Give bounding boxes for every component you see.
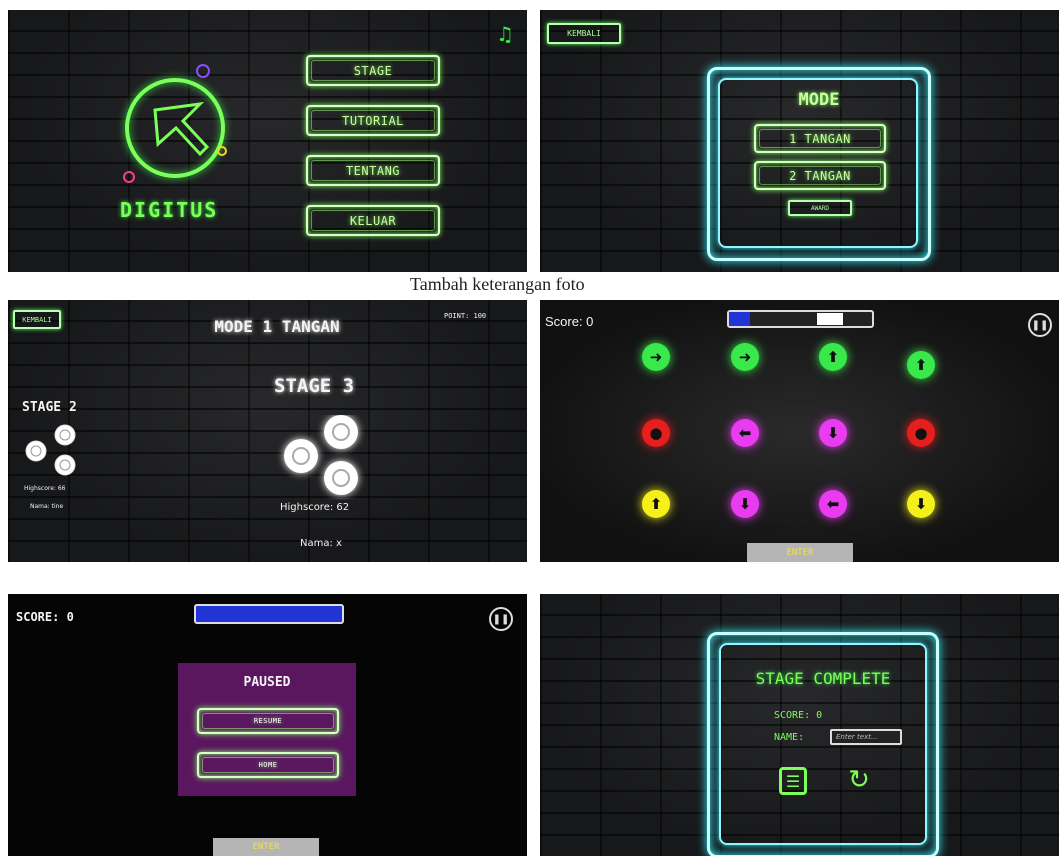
tentang-button[interactable]: TENTANG	[306, 155, 440, 186]
progress-marker	[817, 313, 843, 325]
stage-2-icon	[25, 424, 76, 476]
resume-button[interactable]: RESUME	[197, 708, 339, 734]
stage-2-name: Nama: tine	[30, 503, 64, 510]
tutorial-button-label: TUTORIAL	[311, 110, 435, 131]
complete-score: SCORE: 0	[774, 710, 823, 721]
pause-icon[interactable]: ❚❚	[1028, 313, 1052, 337]
pause-title: PAUSED	[243, 675, 291, 690]
progress-bar	[727, 310, 874, 328]
bomb-icon: ●	[907, 419, 935, 447]
paused-screen: SCORE: 0 ❚❚ PAUSED RESUME HOME ENTER	[8, 594, 527, 856]
arrow-down-icon: ⬇	[819, 419, 847, 447]
stage-button[interactable]: STAGE	[306, 55, 440, 86]
arrow-right-icon: ➜	[642, 343, 670, 371]
music-note-icon[interactable]: ♫	[496, 22, 514, 46]
pause-icon[interactable]: ❚❚	[489, 607, 513, 631]
arrow-left-icon: ⬅	[819, 490, 847, 518]
progress-bar	[194, 604, 344, 624]
stage-select-screen: KEMBALI MODE 1 TANGAN POINT: 100 STAGE 2…	[8, 300, 527, 562]
home-label: HOME	[202, 757, 334, 773]
stage-3-icon	[284, 415, 358, 495]
home-button[interactable]: HOME	[197, 752, 339, 778]
stage-2-title: STAGE 2	[22, 400, 77, 415]
enter-button[interactable]: ENTER	[747, 543, 853, 562]
award-button[interactable]: AWARD	[788, 200, 852, 216]
main-menu-screen: DIGITUS ♫ STAGE TUTORIAL TENTANG KELUAR	[8, 10, 527, 272]
stage-3-highscore: Highscore: 62	[280, 502, 350, 513]
stage-3-card[interactable]: STAGE 3 Highscore: 62 Nama: x	[266, 370, 386, 560]
tutorial-button[interactable]: TUTORIAL	[306, 105, 440, 136]
enter-button[interactable]: ENTER	[213, 838, 319, 856]
keluar-button-label: KELUAR	[311, 210, 435, 231]
arrow-left-icon: ⬅	[731, 419, 759, 447]
mode-select-screen: KEMBALI MODE 1 TANGAN 2 TANGAN AWARD	[540, 10, 1059, 272]
name-input[interactable]: Enter text...	[830, 729, 902, 745]
photo-caption: Tambah keterangan foto	[410, 274, 585, 294]
stage-button-label: STAGE	[311, 60, 435, 81]
arrow-up-icon: ⬆	[907, 351, 935, 379]
one-hand-label: 1 TANGAN	[759, 129, 881, 148]
tentang-button-label: TENTANG	[311, 160, 435, 181]
pause-dialog: PAUSED RESUME HOME	[178, 663, 356, 796]
stage-3-name: Nama: x	[300, 538, 342, 549]
score-label: SCORE: 0	[16, 610, 74, 624]
arrow-down-icon: ⬇	[907, 490, 935, 518]
stage-3-title: STAGE 3	[274, 375, 355, 397]
arrow-up-icon: ⬆	[819, 343, 847, 371]
two-hand-button[interactable]: 2 TANGAN	[754, 161, 886, 190]
progress-fill	[729, 312, 751, 326]
bomb-icon: ●	[642, 419, 670, 447]
mode-title: MODE	[798, 90, 840, 110]
arrow-down-icon: ⬇	[731, 490, 759, 518]
logo-text: DIGITUS	[120, 198, 219, 222]
back-button[interactable]: KEMBALI	[547, 23, 621, 44]
one-hand-button[interactable]: 1 TANGAN	[754, 124, 886, 153]
stage-2-highscore: Highscore: 66	[24, 485, 66, 492]
stage-2-card[interactable]: STAGE 2 Highscore: 66 Nama: tine	[13, 400, 87, 520]
keluar-button[interactable]: KELUAR	[306, 205, 440, 236]
arrow-up-icon: ⬆	[642, 490, 670, 518]
list-icon[interactable]: ☰	[779, 767, 807, 795]
digitus-logo	[123, 64, 227, 183]
name-label: NAME:	[774, 732, 805, 743]
score-label: Score: 0	[545, 314, 594, 329]
complete-title: STAGE COMPLETE	[755, 669, 891, 688]
resume-label: RESUME	[202, 713, 334, 729]
arrow-right-icon: ➜	[731, 343, 759, 371]
stage-complete-screen: STAGE COMPLETE SCORE: 0 NAME: Enter text…	[540, 594, 1059, 856]
gameplay-screen: Score: 0 ❚❚ ➜ ➜ ⬆ ⬆ ● ⬅ ⬇ ● ⬆ ⬇ ⬅ ⬇ ENTER	[540, 300, 1059, 562]
retry-icon[interactable]: ↻	[844, 765, 874, 795]
two-hand-label: 2 TANGAN	[759, 166, 881, 185]
point-label: POINT: 100	[444, 312, 487, 320]
